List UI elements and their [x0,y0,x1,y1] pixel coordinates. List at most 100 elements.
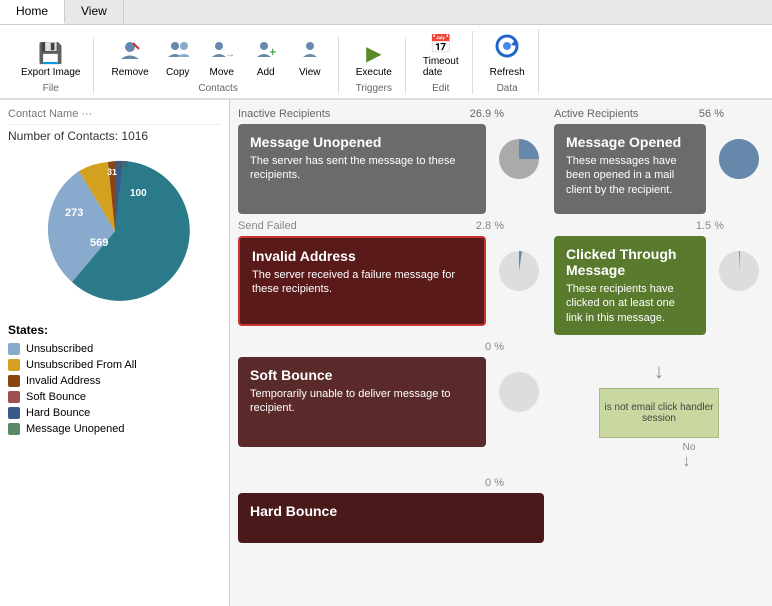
ribbon-group-triggers: ▶ Execute Triggers [343,38,406,94]
soft-bounce-title: Soft Bounce [250,367,474,383]
mini-pie-2 [714,134,764,187]
clicked-percent: 1.5 % [696,220,724,232]
refresh-label: Refresh [490,67,525,78]
arrow-down-1: ↓ [654,361,664,384]
refresh-button[interactable]: Refresh [485,29,530,81]
edit-group-label: Edit [432,83,449,94]
svg-text:273: 273 [65,207,83,219]
svg-text:+: + [269,44,277,59]
no-label: No [683,442,696,453]
soft-bounce-desc: Temporarily unable to deliver message to… [250,387,474,416]
legend-label-hard-bounce: Hard Bounce [26,407,90,419]
view-icon [299,39,321,66]
legend-soft-bounce: Soft Bounce [8,391,221,403]
ribbon-group-file: 💾 Export Image File [8,38,94,94]
ribbon-group-contacts: Remove Copy → Move + Add [98,36,338,94]
legend-label-unsubscribed: Unsubscribed [26,343,93,355]
tab-bar: Home View [0,0,772,25]
copy-button[interactable]: Copy [158,36,198,81]
move-button[interactable]: → Move [202,36,242,81]
message-unopened-card: Message Unopened The server has sent the… [238,124,486,214]
ribbon-group-data: Refresh Data [477,29,539,94]
clicked-desc: These recipients have clicked on at leas… [566,282,694,325]
invalid-address-card[interactable]: Invalid Address The server received a fa… [238,236,486,326]
clicked-title: Clicked Through Message [566,246,694,278]
copy-label: Copy [166,67,189,78]
diamond-shape: is not email click handler session [599,388,719,438]
view-contacts-button[interactable]: View [290,36,330,81]
mini-pie-5 [494,367,544,420]
file-group-label: File [43,83,59,94]
legend-message-unopened: Message Unopened [8,423,221,435]
main-content: Contact Name ··· Number of Contacts: 101… [0,100,772,606]
svg-text:569: 569 [90,237,108,249]
legend-list: Unsubscribed Unsubscribed From All Inval… [8,343,221,435]
legend-dot-soft-bounce [8,391,20,403]
mini-pie-3 [494,246,544,299]
tab-view[interactable]: View [65,0,124,24]
legend-dot-invalid [8,375,20,387]
svg-text:100: 100 [130,188,147,199]
arrow-down-2: ↓ [683,453,691,471]
pie-chart: 569 273 100 31 28 15 [35,151,195,311]
view-label: View [299,67,321,78]
timeout-date-button[interactable]: 📅 Timeout date [418,31,464,81]
inactive-section-label: Inactive Recipients [238,108,330,120]
refresh-icon [493,32,521,66]
right-panel: Inactive Recipients 26.9 % Message Unope… [230,100,772,606]
active-section-label: Active Recipients [554,108,638,120]
legend-dot-msg-unopened [8,423,20,435]
add-button[interactable]: + Add [246,36,286,81]
msg-opened-desc: These messages have been opened in a mai… [566,154,694,197]
soft-bounce-card: Soft Bounce Temporarily unable to delive… [238,357,486,447]
move-label: Move [210,67,234,78]
clicked-through-card: Clicked Through Message These recipients… [554,236,706,335]
mini-pie-1 [494,134,544,187]
invalid-title: Invalid Address [252,248,472,264]
contacts-group-label: Contacts [198,83,237,94]
data-group-label: Data [497,83,518,94]
legend-dot-hard-bounce [8,407,20,419]
pie-chart-area: 569 273 100 31 28 15 [8,151,221,311]
export-label: Export Image [21,67,80,78]
remove-icon [119,39,141,66]
legend-invalid-address: Invalid Address [8,375,221,387]
export-image-button[interactable]: 💾 Export Image [16,38,85,81]
invalid-desc: The server received a failure message fo… [252,268,472,297]
contact-count: Number of Contacts: 1016 [8,129,221,143]
execute-button[interactable]: ▶ Execute [351,38,397,81]
hard-bounce-card: Hard Bounce [238,493,544,543]
states-title: States: [8,323,221,337]
timeout-label: Timeout date [423,56,459,78]
msg-unopened-title: Message Unopened [250,134,474,150]
legend-label-soft-bounce: Soft Bounce [26,391,86,403]
remove-button[interactable]: Remove [106,36,153,81]
legend-label-msg-unopened: Message Unopened [26,423,124,435]
add-icon: + [255,39,277,66]
msg-opened-title: Message Opened [566,134,694,150]
remove-label: Remove [111,67,148,78]
soft-bounce-percent: 0 % [485,341,504,353]
msg-unopened-desc: The server has sent the message to these… [250,154,474,183]
inactive-percent-1: 26.9 % [470,108,504,120]
move-icon: → [211,39,233,66]
export-icon: 💾 [38,41,63,66]
execute-label: Execute [356,67,392,78]
legend-label-invalid: Invalid Address [26,375,101,387]
legend-unsubscribed: Unsubscribed [8,343,221,355]
svg-text:15: 15 [119,160,128,169]
tab-home[interactable]: Home [0,0,65,24]
svg-text:→: → [225,49,233,60]
send-failed-label: Send Failed [238,220,297,232]
legend-hard-bounce: Hard Bounce [8,407,221,419]
hard-bounce-title: Hard Bounce [250,503,532,519]
hard-bounce-percent: 0 % [485,477,504,489]
legend-dot-unsubscribed-all [8,359,20,371]
message-opened-card: Message Opened These messages have been … [554,124,706,214]
left-panel: Contact Name ··· Number of Contacts: 101… [0,100,230,606]
legend-label-unsubscribed-all: Unsubscribed From All [26,359,137,371]
active-percent-1: 56 % [699,108,724,120]
legend-unsubscribed-all: Unsubscribed From All [8,359,221,371]
timeout-icon: 📅 [430,34,452,55]
contacts-number: 1016 [121,129,148,143]
